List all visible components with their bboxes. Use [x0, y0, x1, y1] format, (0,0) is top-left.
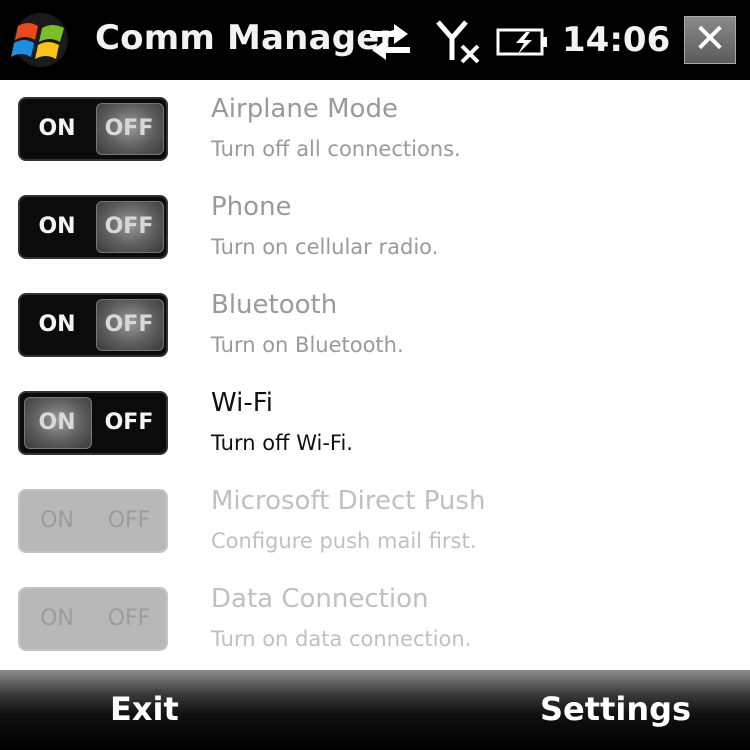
- direct-push-toggle[interactable]: ON OFF: [18, 489, 168, 553]
- settings-softkey[interactable]: Settings: [540, 690, 691, 728]
- wifi-toggle[interactable]: ON OFF: [18, 391, 168, 455]
- item-description: Turn off all connections.: [211, 137, 461, 161]
- bluetooth-toggle[interactable]: ON OFF: [18, 293, 168, 357]
- toggle-off-label: OFF: [104, 116, 154, 141]
- item-name: Data Connection: [211, 584, 429, 614]
- list-item-data-connection: ON OFF Data Connection Turn on data conn…: [0, 582, 750, 680]
- item-name: Phone: [211, 192, 292, 222]
- toggle-on-label: ON: [40, 606, 74, 631]
- no-signal-icon: [436, 20, 480, 64]
- toggle-off-label: OFF: [104, 312, 154, 337]
- item-name: Bluetooth: [211, 290, 338, 320]
- title-bar: Comm Manager 14:06 ✕: [0, 0, 750, 80]
- toggle-on-label: ON: [38, 312, 76, 337]
- softkey-bar: Exit Settings: [0, 670, 750, 750]
- item-name: Microsoft Direct Push: [211, 486, 486, 516]
- list-item-bluetooth: ON OFF Bluetooth Turn on Bluetooth.: [0, 288, 750, 386]
- list-item-phone: ON OFF Phone Turn on cellular radio.: [0, 190, 750, 288]
- app-title: Comm Manager: [95, 18, 397, 58]
- list-item-wifi: ON OFF Wi-Fi Turn off Wi-Fi.: [0, 386, 750, 484]
- close-button[interactable]: ✕: [684, 16, 736, 64]
- toggle-off-label: OFF: [104, 214, 154, 239]
- sync-arrows-icon: [370, 24, 410, 60]
- connection-list: ON OFF Airplane Mode Turn off all connec…: [0, 80, 750, 670]
- item-description: Turn on data connection.: [211, 627, 472, 651]
- clock: 14:06: [562, 20, 671, 60]
- toggle-on-label: ON: [38, 116, 76, 141]
- toggle-off-label: OFF: [107, 606, 151, 631]
- phone-toggle[interactable]: ON OFF: [18, 195, 168, 259]
- toggle-on-label: ON: [38, 214, 76, 239]
- airplane-mode-toggle[interactable]: ON OFF: [18, 97, 168, 161]
- toggle-off-label: OFF: [104, 410, 154, 435]
- toggle-on-label: ON: [38, 410, 76, 435]
- list-item-airplane-mode: ON OFF Airplane Mode Turn off all connec…: [0, 92, 750, 190]
- list-item-direct-push: ON OFF Microsoft Direct Push Configure p…: [0, 484, 750, 582]
- item-description: Configure push mail first.: [211, 529, 477, 553]
- close-icon: ✕: [693, 16, 727, 62]
- item-description: Turn on Bluetooth.: [211, 333, 404, 357]
- item-name: Airplane Mode: [211, 94, 398, 124]
- exit-softkey[interactable]: Exit: [110, 690, 179, 728]
- item-name: Wi-Fi: [211, 388, 274, 418]
- item-description: Turn on cellular radio.: [211, 235, 439, 259]
- windows-start-icon[interactable]: [10, 12, 72, 68]
- toggle-on-label: ON: [40, 508, 74, 533]
- data-connection-toggle[interactable]: ON OFF: [18, 587, 168, 651]
- battery-charging-icon: [496, 28, 547, 56]
- toggle-off-label: OFF: [107, 508, 151, 533]
- item-description: Turn off Wi-Fi.: [211, 431, 353, 455]
